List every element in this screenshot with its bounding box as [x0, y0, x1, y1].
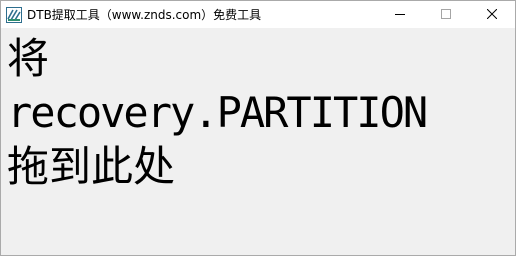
window-title: DTB提取工具（www.znds.com）免费工具: [27, 8, 262, 22]
close-icon: [486, 6, 498, 24]
drop-instruction-filename: recovery.PARTITION: [7, 88, 428, 137]
app-window: DTB提取工具（www.znds.com）免费工具 将 recovery.PAR…: [0, 0, 516, 256]
drop-area[interactable]: 将 recovery.PARTITION 拖到此处: [1, 28, 515, 255]
maximize-icon: [441, 6, 451, 24]
drop-instruction-line-3: 拖到此处: [7, 142, 176, 191]
close-button[interactable]: [469, 1, 515, 28]
maximize-button[interactable]: [423, 1, 469, 28]
drop-instruction: 将 recovery.PARTITION 拖到此处: [7, 32, 428, 194]
caption-buttons: [377, 1, 515, 28]
title-bar[interactable]: DTB提取工具（www.znds.com）免费工具: [1, 1, 515, 28]
minimize-icon: [395, 6, 405, 24]
drop-instruction-line-1: 将: [7, 34, 50, 83]
app-logo-icon: [6, 6, 22, 23]
minimize-button[interactable]: [377, 1, 423, 28]
